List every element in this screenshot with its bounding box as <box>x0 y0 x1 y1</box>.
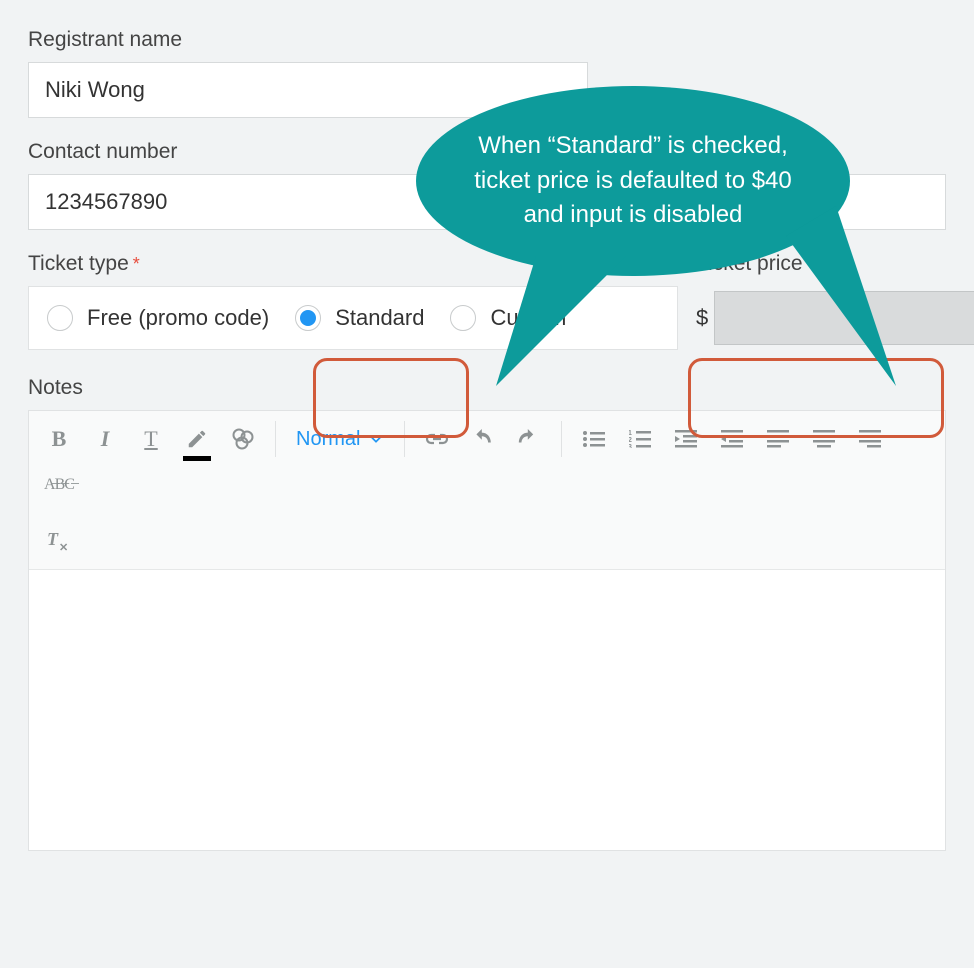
text-bg-icon[interactable] <box>225 421 261 457</box>
clear-format-icon[interactable]: T✕ <box>41 523 77 559</box>
svg-text:1: 1 <box>629 430 632 437</box>
underline-icon[interactable]: T <box>133 421 169 457</box>
radio-label: Custom <box>490 305 566 331</box>
radio-label: Free (promo code) <box>87 305 269 331</box>
svg-text:T: T <box>47 529 59 549</box>
list-ol-icon[interactable]: 123 <box>622 421 658 457</box>
radio-icon <box>47 305 73 331</box>
list-ul-icon[interactable] <box>576 421 612 457</box>
currency-symbol: $ <box>696 305 708 331</box>
svg-text:3: 3 <box>629 444 632 448</box>
strike-icon[interactable]: A̶B̶C̶ <box>41 467 77 503</box>
radio-icon <box>295 305 321 331</box>
redo-icon[interactable] <box>511 421 547 457</box>
style-dropdown-label: Normal <box>296 428 360 451</box>
ticket-type-option-free[interactable]: Free (promo code) <box>47 305 269 331</box>
ticket-type-group: Free (promo code) Standard Custom <box>28 286 678 350</box>
align-center-icon[interactable] <box>806 421 842 457</box>
ticket-price-input <box>714 291 974 345</box>
svg-text:2: 2 <box>629 437 632 444</box>
link-icon[interactable] <box>419 421 455 457</box>
toolbar-separator <box>404 421 405 457</box>
radio-icon <box>450 305 476 331</box>
radio-label: Standard <box>335 305 424 331</box>
ticket-type-option-standard[interactable]: Standard <box>295 305 424 331</box>
align-left-icon[interactable] <box>760 421 796 457</box>
annotation-callout: When “Standard” is checked, ticket price… <box>416 86 850 276</box>
toolbar-separator <box>561 421 562 457</box>
text-color-icon[interactable] <box>179 421 215 457</box>
editor-toolbar: B I T Normal <box>29 411 945 570</box>
undo-icon[interactable] <box>465 421 501 457</box>
outdent-icon[interactable] <box>714 421 750 457</box>
chevron-down-icon <box>368 431 384 447</box>
registrant-name-label: Registrant name <box>28 28 588 52</box>
contact-number-input[interactable] <box>28 174 453 230</box>
required-mark: * <box>133 254 140 274</box>
notes-textarea[interactable] <box>29 570 945 850</box>
style-dropdown[interactable]: Normal <box>290 428 390 451</box>
contact-number-label: Contact number <box>28 140 453 164</box>
align-right-icon[interactable] <box>852 421 888 457</box>
ticket-type-option-custom[interactable]: Custom <box>450 305 566 331</box>
bold-icon[interactable]: B <box>41 421 77 457</box>
svg-text:✕: ✕ <box>59 542 68 553</box>
callout-text: When “Standard” is checked, ticket price… <box>456 129 810 233</box>
indent-icon[interactable] <box>668 421 704 457</box>
notes-label: Notes <box>28 376 946 400</box>
notes-editor: B I T Normal <box>28 410 946 851</box>
italic-icon[interactable]: I <box>87 421 123 457</box>
toolbar-separator <box>275 421 276 457</box>
